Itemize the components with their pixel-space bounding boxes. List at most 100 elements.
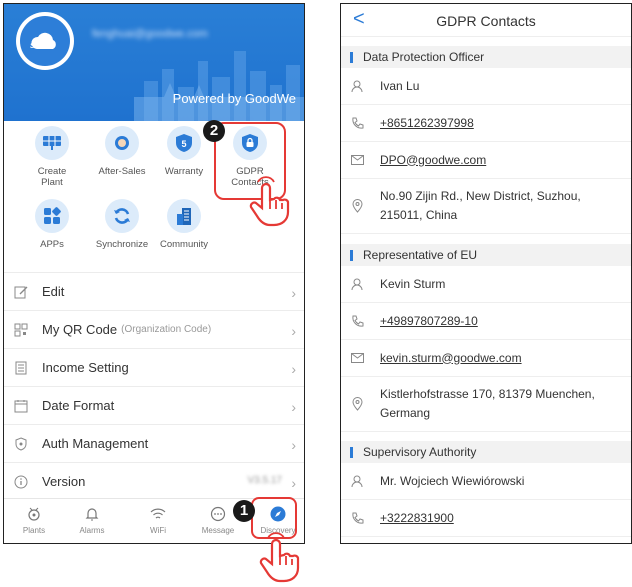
chevron-right-icon: ›: [291, 323, 296, 339]
shield-icon: [15, 436, 27, 451]
mail-icon: [350, 353, 364, 363]
contact-phone-row[interactable]: +8651262397998: [341, 105, 631, 142]
chevron-right-icon: ›: [291, 437, 296, 453]
phone-icon: [351, 117, 363, 129]
menu-item-version[interactable]: Version V3.5.17 ›: [4, 462, 304, 500]
solar-panel-icon: [43, 136, 61, 150]
contact-phone-link[interactable]: +8651262397998: [380, 114, 474, 133]
chevron-right-icon: ›: [291, 285, 296, 301]
wifi-icon: [150, 508, 166, 519]
menu-item-edit[interactable]: Edit ›: [4, 272, 304, 310]
section-marker: [350, 446, 353, 458]
bell-icon: [85, 508, 99, 521]
apps-grid-icon: [44, 207, 61, 224]
person-icon: [351, 80, 363, 92]
tab-label: Alarms: [79, 526, 105, 535]
warranty-shield-icon: 5: [176, 134, 192, 152]
menu-item-label: My QR Code: [42, 322, 118, 337]
menu-item-date-format[interactable]: Date Format ›: [4, 386, 304, 424]
menu-item-label: Version: [42, 474, 86, 489]
apps-tile[interactable]: APPs: [22, 199, 82, 250]
menu-item-qr-code[interactable]: My QR Code (Organization Code) ›: [4, 310, 304, 348]
support-agent-icon: [115, 136, 129, 150]
avatar[interactable]: [16, 12, 74, 70]
mail-icon: [350, 155, 364, 165]
contact-name: Kevin Sturm: [380, 276, 446, 291]
section-marker: [350, 51, 353, 63]
section-supervisory-authority: Supervisory Authority Mr. Wojciech Wiewi…: [341, 441, 631, 537]
phone-icon: [351, 512, 363, 524]
chevron-right-icon: ›: [291, 475, 296, 491]
tile-label: Synchronize: [95, 239, 149, 250]
create-plant-tile[interactable]: Create Plant: [22, 126, 82, 188]
menu-item-label: Income Setting: [42, 360, 129, 375]
community-building-icon: [177, 208, 191, 225]
contact-email-link[interactable]: kevin.sturm@goodwe.com: [380, 349, 522, 368]
section-heading: Data Protection Officer: [363, 50, 485, 64]
contact-phone-row[interactable]: +3222831900: [341, 500, 631, 537]
tab-wifi[interactable]: WiFi: [130, 505, 186, 535]
tile-label: Warranty: [164, 166, 204, 177]
contact-address: No.90 Zijin Rd., New District, Suzhou, 2…: [380, 189, 581, 222]
menu-item-label: Edit: [42, 284, 65, 299]
person-icon: [351, 278, 363, 290]
menu-item-label: Auth Management: [42, 436, 149, 451]
tab-plants[interactable]: Plants: [6, 505, 62, 535]
logo-text: SEMS: [30, 43, 50, 50]
menu-item-income-setting[interactable]: Income Setting ›: [4, 348, 304, 386]
contact-name-row: Kevin Sturm: [341, 266, 631, 303]
plants-icon: [28, 507, 40, 521]
contact-address-row: No.90 Zijin Rd., New District, Suzhou, 2…: [341, 179, 631, 234]
tab-alarms[interactable]: Alarms: [64, 505, 120, 535]
contact-name-row: Ivan Lu: [341, 68, 631, 105]
tab-label: WiFi: [150, 526, 166, 535]
contact-phone-link[interactable]: +49897807289-10: [380, 312, 478, 331]
tile-label: Community: [159, 239, 209, 250]
contact-email-row[interactable]: kevin.sturm@goodwe.com: [341, 340, 631, 377]
info-icon: [14, 475, 28, 488]
chevron-right-icon: ›: [291, 361, 296, 377]
person-icon: [351, 475, 363, 487]
sync-icon: [114, 208, 130, 224]
section-heading: Supervisory Authority: [363, 445, 477, 459]
synchronize-tile[interactable]: Synchronize: [92, 199, 152, 250]
settings-menu: Edit › My QR Code (Organization Code) › …: [4, 272, 304, 500]
contact-phone-link[interactable]: +3222831900: [380, 509, 454, 528]
contact-name: Ivan Lu: [380, 78, 420, 93]
location-icon: [351, 199, 363, 213]
calendar-icon: [14, 399, 28, 412]
menu-item-label: Date Format: [42, 398, 115, 413]
tab-label: Message: [201, 526, 235, 535]
contact-name: Mr. Wojciech Wiewiórowski: [380, 473, 525, 488]
after-sales-tile[interactable]: After-Sales: [92, 126, 152, 177]
message-icon: [210, 506, 226, 522]
contact-phone-row[interactable]: +49897807289-10: [341, 303, 631, 340]
tab-label: Plants: [22, 526, 46, 535]
page-title: GDPR Contacts: [436, 13, 536, 29]
section-data-protection-officer: Data Protection Officer Ivan Lu +8651262…: [341, 46, 631, 234]
city-skyline-illustration: [134, 51, 304, 121]
income-icon: [15, 361, 27, 374]
powered-by-label: Powered by GoodWe: [172, 91, 296, 106]
nav-bar: < GDPR Contacts: [341, 4, 631, 37]
chevron-right-icon: ›: [291, 399, 296, 415]
tap-hand-icon: [249, 176, 290, 227]
menu-item-auth-management[interactable]: Auth Management ›: [4, 424, 304, 462]
tile-label: Create Plant: [37, 166, 67, 188]
contact-email-row[interactable]: DPO@goodwe.com: [341, 142, 631, 179]
section-marker: [350, 249, 353, 261]
profile-screen: SEMS fenghuai@goodwe.com Powered by Good…: [3, 3, 305, 544]
contact-name-row: Mr. Wojciech Wiewiórowski: [341, 463, 631, 500]
qr-code-icon: [14, 323, 28, 336]
tap-hand-icon: [259, 532, 300, 583]
contact-address-row: Kistlerhofstrasse 170, 81379 Muenchen, G…: [341, 377, 631, 432]
step-badge-1: 1: [233, 500, 255, 522]
contact-email-link[interactable]: DPO@goodwe.com: [380, 151, 486, 170]
version-value: V3.5.17: [247, 475, 282, 486]
edit-icon: [14, 286, 28, 298]
tile-label: After-Sales: [98, 166, 146, 177]
gdpr-contacts-screen: < GDPR Contacts Data Protection Officer …: [340, 3, 632, 544]
tile-label: APPs: [40, 239, 64, 250]
step-badge-2: 2: [203, 120, 225, 142]
community-tile[interactable]: Community: [154, 199, 214, 250]
